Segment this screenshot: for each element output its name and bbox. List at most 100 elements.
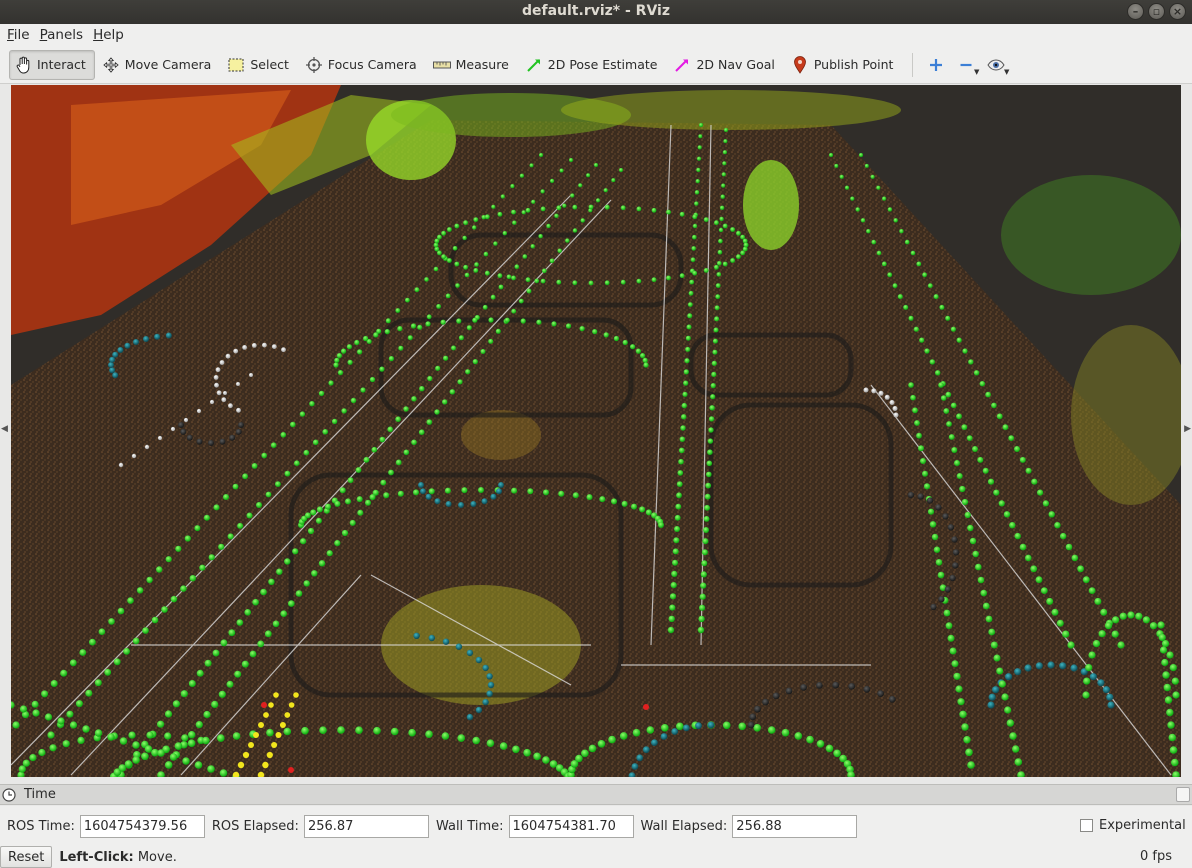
waypoint-dot — [1097, 679, 1105, 687]
waypoint-dot — [661, 724, 669, 732]
waypoint-dot — [892, 406, 898, 411]
waypoint-dot — [592, 329, 598, 335]
ros-time-field[interactable] — [79, 814, 205, 838]
waypoint-dot — [717, 261, 722, 266]
tool-move-camera[interactable]: Move Camera — [97, 50, 221, 80]
waypoint-dot — [107, 733, 115, 741]
3d-viewport[interactable] — [11, 85, 1181, 777]
tool-focus-camera[interactable]: Focus Camera — [300, 50, 426, 80]
waypoint-dot — [717, 249, 723, 255]
waypoint-dot — [930, 603, 937, 611]
maximize-icon[interactable]: ▫ — [1148, 3, 1165, 20]
waypoint-dot — [491, 204, 496, 209]
waypoint-dot — [671, 728, 679, 735]
waypoint-dot — [184, 535, 191, 542]
waypoint-dot — [951, 536, 958, 543]
ros-elapsed-field[interactable] — [303, 814, 429, 838]
waypoint-dot — [675, 503, 682, 510]
tool-2d-nav-goal[interactable]: 2D Nav Goal — [668, 50, 783, 80]
remove-tool-icon — [960, 63, 972, 66]
waypoint-dot — [1003, 511, 1011, 518]
waypoint-dot — [927, 283, 933, 289]
waypoint-dot — [266, 751, 273, 759]
collapse-right-icon[interactable]: ▶ — [1184, 424, 1191, 434]
waypoint-dot — [643, 704, 649, 710]
waypoint-dot — [218, 690, 226, 698]
wall-elapsed-field[interactable] — [732, 814, 858, 838]
waypoint-dot — [878, 390, 884, 396]
tool-2d-nav-goal-label: 2D Nav Goal — [696, 57, 775, 72]
waypoint-dot — [714, 220, 719, 226]
undock-panel-button[interactable] — [1176, 787, 1190, 802]
waypoint-dot — [57, 717, 65, 725]
waypoint-dot — [523, 748, 531, 757]
waypoint-dot — [724, 128, 728, 132]
waypoint-dot — [975, 563, 982, 571]
waypoint-dot — [690, 257, 696, 262]
waypoint-dot — [919, 337, 925, 343]
waypoint-dot — [229, 434, 236, 441]
waypoint-dot — [531, 199, 536, 204]
menu-help[interactable]: Help — [88, 27, 129, 43]
remove-tool-button[interactable]: ▼ — [951, 50, 981, 80]
collapse-left-icon[interactable]: ◀ — [1, 424, 8, 434]
waypoint-dot — [887, 272, 893, 278]
waypoint-dot — [236, 407, 241, 413]
waypoint-dot — [434, 409, 440, 415]
waypoint-dot — [263, 712, 269, 718]
waypoint-dot — [639, 506, 646, 513]
wall-time-field[interactable] — [508, 814, 634, 838]
waypoint-dot — [405, 297, 410, 303]
waypoint-dot — [669, 593, 677, 600]
reset-button[interactable]: Reset — [0, 846, 53, 868]
waypoint-dot — [704, 504, 710, 511]
tool-focus-camera-label: Focus Camera — [327, 57, 417, 72]
waypoint-dot — [248, 742, 254, 748]
tool-publish-point[interactable]: Publish Point — [786, 50, 903, 80]
waypoint-dot — [440, 319, 446, 325]
waypoint-dot — [825, 744, 834, 753]
tool-measure[interactable]: Measure — [428, 50, 518, 80]
tree-cloud — [1001, 175, 1181, 295]
waypoint-dot — [12, 721, 20, 729]
status-bar: Reset Left-Click: Move. 0 fps — [0, 846, 1192, 868]
waypoint-dot — [907, 491, 915, 499]
experimental-toggle[interactable]: Experimental — [1080, 818, 1186, 833]
waypoint-dot — [369, 376, 376, 383]
waypoint-dot — [1062, 630, 1070, 638]
waypoint-dot — [1104, 622, 1113, 630]
tool-select[interactable]: Select — [222, 50, 298, 80]
waypoint-dot — [218, 543, 225, 550]
menu-file[interactable]: File — [2, 27, 35, 43]
ros-elapsed-label: ROS Elapsed: — [211, 818, 299, 834]
minimize-icon[interactable]: – — [1127, 3, 1144, 20]
waypoint-dot — [384, 329, 390, 335]
waypoint-dot — [525, 277, 531, 283]
waypoint-dot — [334, 357, 340, 363]
tree-cloud — [561, 90, 901, 130]
waypoint-dot — [457, 379, 463, 385]
waypoint-dot — [380, 479, 387, 486]
waypoint-dot — [950, 326, 957, 332]
waypoint-dot — [1048, 511, 1055, 518]
waypoint-dot — [575, 754, 583, 763]
waypoint-dot — [279, 722, 286, 728]
waypoint-dot — [876, 185, 881, 190]
waypoint-dot — [502, 231, 507, 236]
waypoint-dot — [131, 453, 137, 459]
close-icon[interactable]: × — [1169, 3, 1186, 20]
waypoint-dot — [414, 287, 420, 293]
experimental-checkbox[interactable] — [1080, 819, 1093, 832]
views-button[interactable]: ▼ — [981, 50, 1011, 80]
waypoint-dot — [540, 206, 546, 212]
add-tool-button[interactable] — [921, 50, 951, 80]
waypoint-dot — [219, 769, 228, 777]
waypoint-dot — [413, 489, 419, 496]
menu-panels[interactable]: Panels — [35, 27, 88, 43]
waypoint-dot — [445, 501, 452, 507]
tool-interact[interactable]: Interact — [9, 49, 95, 80]
waypoint-dot — [935, 504, 942, 511]
tool-2d-pose-estimate[interactable]: 2D Pose Estimate — [520, 50, 667, 80]
waypoint-dot — [498, 284, 504, 290]
waypoint-dot — [1082, 691, 1090, 699]
